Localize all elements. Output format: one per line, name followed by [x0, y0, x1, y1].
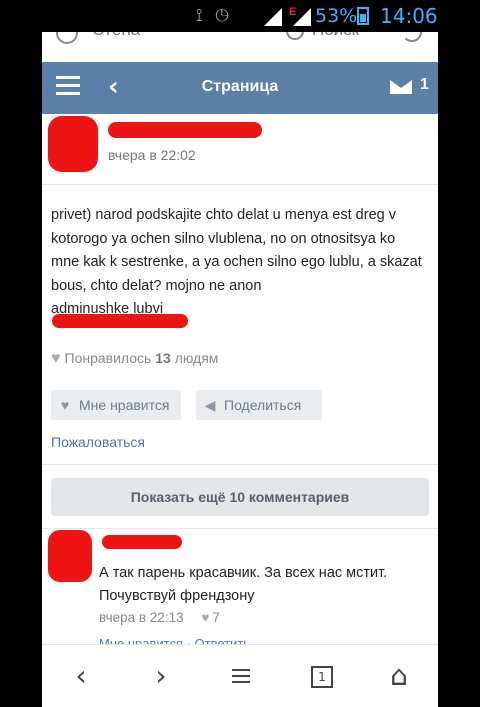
heart-icon: ♥ [60, 397, 70, 413]
megaphone-icon: ◀ [204, 397, 216, 413]
comment-body: А так парень красавчик. За всех нас мсти… [99, 562, 429, 608]
heart-icon: ♥ [51, 350, 61, 367]
page-title: Страница [201, 78, 279, 95]
mail-icon[interactable] [390, 80, 412, 94]
show-more-comments-button[interactable]: Показать ещё 10 комментариев [51, 478, 429, 516]
likes-prefix: Понравилось [64, 350, 152, 366]
wall-icon[interactable] [56, 32, 78, 44]
like-button[interactable]: ♥ Мне нравится [51, 390, 181, 420]
share-button-label: Поделиться [224, 397, 302, 413]
post-line: kotorogo ya ochen silno vlublena, no on … [51, 230, 396, 247]
comment-line: А так парень красавчик. За всех нас мсти… [99, 565, 388, 581]
status-bar: ⟟ ◷ E 53% 14:06 [0, 0, 480, 32]
page-header: ‹ Страница 1 [42, 62, 438, 114]
battery-percent: 53% [315, 5, 358, 27]
app-page: Стена Поиск ‹ Страница 1 вчера в 22:02 p… [42, 32, 438, 706]
redacted-comment-author [102, 535, 182, 549]
search-tab[interactable]: Поиск [312, 32, 359, 40]
status-icons: ⟟ ◷ [196, 6, 233, 25]
post-author-row: вчера в 22:02 [42, 114, 438, 185]
home-icon[interactable]: ⌂ [382, 659, 416, 693]
forward-icon[interactable]: › [144, 659, 178, 693]
likes-summary[interactable]: ♥ Понравилось 13 людям [51, 350, 218, 368]
divider [42, 528, 438, 529]
search-icon[interactable] [286, 32, 304, 40]
signal-icon [264, 8, 282, 26]
likes-count: 13 [155, 350, 171, 366]
heart-icon[interactable]: ♥ [201, 610, 209, 625]
report-link[interactable]: Пожаловаться [51, 434, 145, 450]
post-line: mne kak k sestrenke, a ya ochen silno eg… [51, 254, 422, 270]
post-time: вчера в 22:02 [108, 147, 196, 163]
comment-likes: 7 [212, 610, 220, 625]
signal2-icon [293, 8, 311, 26]
back-icon[interactable]: ‹ [64, 659, 98, 693]
post-line: bous, chto delat? mojno ne anon [51, 277, 262, 294]
wall-tab[interactable]: Стена [92, 32, 140, 40]
comment-meta: вчера в 22:13 ♥ 7 [99, 610, 220, 625]
clock: 14:06 [380, 4, 438, 28]
battery-icon [357, 7, 369, 25]
comment-line: Почувствуй френдзону [99, 588, 255, 604]
redacted-signature [52, 314, 188, 328]
post-body: privet) narod podskajite chto delat u me… [51, 204, 435, 322]
comment-time: вчера в 22:13 [99, 610, 184, 625]
refresh-icon[interactable] [402, 32, 422, 42]
menu-lines-icon[interactable] [224, 659, 258, 693]
redacted-comment-avatar [48, 530, 92, 582]
top-nav-partial: Стена Поиск [42, 32, 438, 58]
tabs-icon[interactable]: 1 [305, 659, 339, 693]
browser-nav-bar: ‹ › 1 ⌂ [42, 644, 438, 707]
redacted-author-name [108, 122, 262, 138]
like-button-label: Мне нравится [79, 397, 170, 413]
divider [42, 464, 438, 465]
post-line: privet) narod podskajite chto delat u me… [51, 207, 396, 223]
redacted-avatar [48, 116, 98, 172]
mail-count[interactable]: 1 [420, 76, 429, 94]
likes-suffix: людям [174, 350, 219, 366]
share-button[interactable]: ◀ Поделиться [196, 390, 322, 420]
